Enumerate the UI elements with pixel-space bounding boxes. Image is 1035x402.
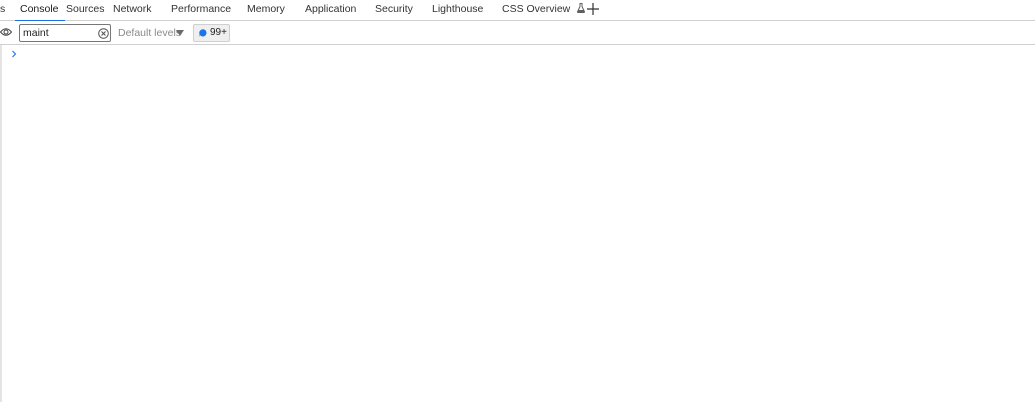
console-filter-input[interactable]	[23, 26, 93, 40]
tab-label: Memory	[247, 3, 285, 15]
tab-network[interactable]: Network	[113, 0, 152, 21]
tab-label: CSS Overview	[502, 3, 571, 15]
flask-icon	[577, 3, 586, 13]
plus-icon[interactable]	[586, 2, 600, 16]
default-levels-dropdown[interactable]: Default levels	[118, 26, 181, 40]
tab-performance[interactable]: Performance	[171, 0, 231, 21]
tab-application[interactable]: Application	[305, 0, 356, 21]
tab-label: Network	[113, 3, 152, 15]
eye-icon[interactable]	[0, 27, 12, 37]
tab-security[interactable]: Security	[375, 0, 413, 21]
console-filter-box	[19, 24, 111, 42]
tab-label: Lighthouse	[432, 3, 484, 15]
console-toolbar: Default levels 99+	[0, 21, 1035, 45]
tab-label: Sources	[66, 3, 105, 15]
issues-counter-button[interactable]: 99+	[193, 24, 230, 42]
tab-label: Performance	[171, 3, 232, 15]
console-prompt[interactable]	[2, 47, 1022, 61]
tab-console[interactable]: Console	[15, 0, 64, 22]
devtools-tab-bar: s Console Sources Network Performance Me…	[0, 0, 1035, 22]
triangle-down-icon[interactable]	[176, 30, 184, 36]
tab-elements-truncated[interactable]: s	[0, 0, 5, 21]
message-bubble-icon	[199, 29, 207, 37]
issues-count: 99+	[210, 27, 227, 38]
tab-css-overview[interactable]: CSS Overview	[502, 0, 586, 21]
devtools-panel: s Console Sources Network Performance Me…	[0, 0, 1035, 402]
tab-lighthouse[interactable]: Lighthouse	[432, 0, 483, 21]
chevron-right-icon	[12, 50, 17, 58]
tab-label: s	[0, 3, 6, 15]
tab-label: Console	[20, 3, 59, 15]
console-messages-area[interactable]	[0, 45, 1035, 402]
tab-label: Application	[305, 3, 357, 15]
tab-memory[interactable]: Memory	[247, 0, 285, 21]
clear-circle-icon[interactable]	[98, 28, 109, 39]
tab-label: Security	[375, 3, 413, 15]
tab-sources[interactable]: Sources	[66, 0, 105, 21]
